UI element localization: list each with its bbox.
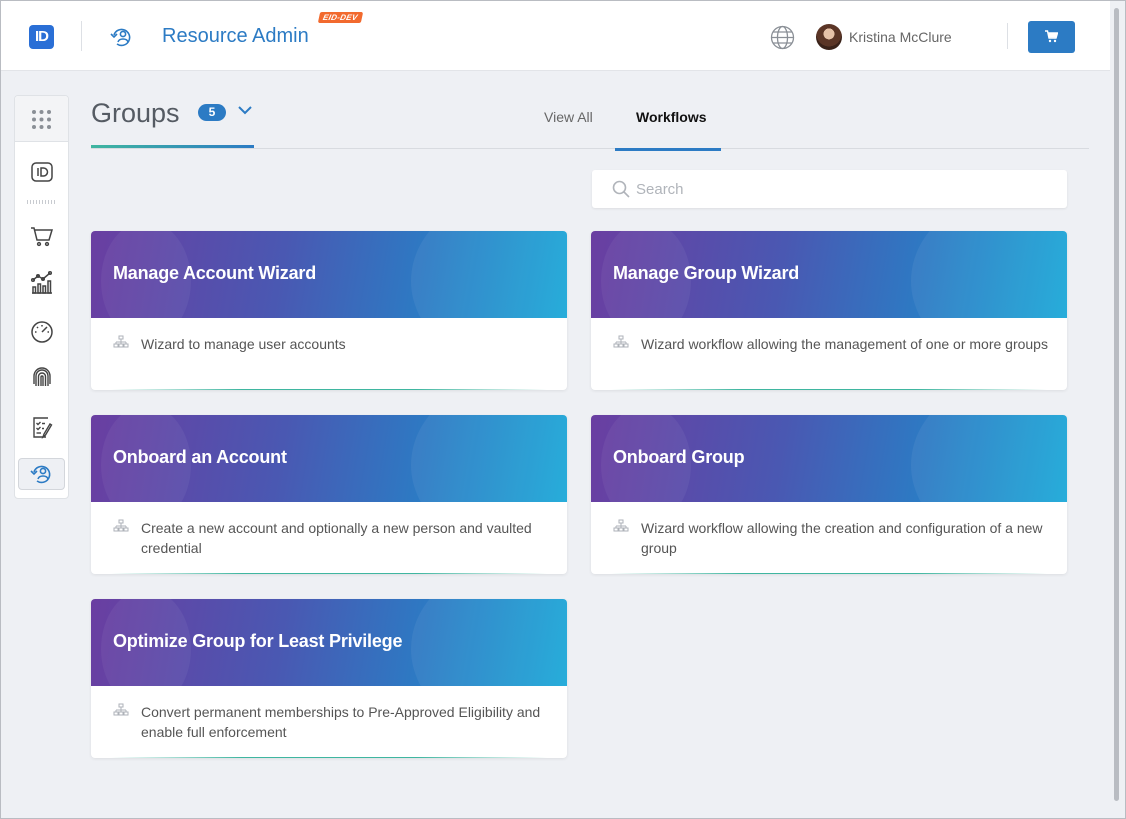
header-divider <box>1007 23 1008 49</box>
gauge-icon[interactable] <box>27 316 57 346</box>
search-input[interactable] <box>636 178 1036 200</box>
tab-view-all[interactable]: View All <box>544 109 593 125</box>
workflow-icon <box>613 519 629 532</box>
resource-admin-icon <box>30 465 51 484</box>
workflow-card-onboard-an-account[interactable]: Onboard an Account Create a new account … <box>91 415 567 574</box>
rail-item-resource-admin[interactable] <box>18 458 65 490</box>
cart-button[interactable] <box>1028 21 1075 53</box>
card-banner: Manage Group Wizard <box>591 231 1067 318</box>
chevron-down-icon[interactable] <box>238 106 252 115</box>
card-description: Create a new account and optionally a ne… <box>141 520 532 556</box>
analytics-icon[interactable] <box>27 268 57 298</box>
header-divider <box>81 21 82 51</box>
environment-badge: EID-DEV <box>317 12 363 23</box>
page-title: Groups <box>91 98 180 128</box>
top-header: ID Resource Admin EID-DEV Kristina McClu… <box>1 1 1110 71</box>
card-description: Convert permanent memberships to Pre-App… <box>141 704 541 740</box>
card-title[interactable]: Manage Account Wizard <box>113 263 316 284</box>
card-title[interactable]: Onboard Group <box>613 447 745 468</box>
search-icon <box>612 180 630 198</box>
rail-separator <box>27 200 57 204</box>
card-banner: Manage Account Wizard <box>91 231 567 318</box>
fingerprint-icon[interactable] <box>27 364 57 394</box>
workflow-icon <box>613 335 629 348</box>
globe-icon[interactable] <box>770 25 795 50</box>
card-banner: Onboard Group <box>591 415 1067 502</box>
workflow-card-onboard-group[interactable]: Onboard Group Wizard workflow allowing t… <box>591 415 1067 574</box>
rail-app-launcher[interactable] <box>15 96 68 142</box>
search-box[interactable] <box>592 170 1067 208</box>
card-banner: Onboard an Account <box>91 415 567 502</box>
card-description: Wizard workflow allowing the creation an… <box>641 520 1043 556</box>
card-description: Wizard workflow allowing the management … <box>641 336 1048 352</box>
card-title[interactable]: Manage Group Wizard <box>613 263 799 284</box>
workflow-card-optimize-group-least-privilege[interactable]: Optimize Group for Least Privilege Conve… <box>91 599 567 758</box>
tabs-divider <box>91 148 1089 149</box>
user-avatar[interactable] <box>816 24 842 50</box>
checklist-icon[interactable] <box>27 412 57 442</box>
cart-icon[interactable] <box>27 220 57 250</box>
workflow-card-manage-group-wizard[interactable]: Manage Group Wizard Wizard workflow allo… <box>591 231 1067 390</box>
card-description: Wizard to manage user accounts <box>141 336 346 352</box>
side-rail <box>14 95 69 499</box>
workflow-icon <box>113 519 129 532</box>
id-icon[interactable] <box>27 158 57 188</box>
grid-icon[interactable] <box>31 109 52 130</box>
active-tab-indicator <box>615 148 721 151</box>
card-banner: Optimize Group for Least Privilege <box>91 599 567 686</box>
scrollbar-thumb[interactable] <box>1114 8 1119 801</box>
user-name[interactable]: Kristina McClure <box>849 29 952 45</box>
app-logo[interactable]: ID <box>29 25 54 49</box>
resource-admin-icon[interactable] <box>109 25 135 49</box>
card-title[interactable]: Optimize Group for Least Privilege <box>113 631 402 652</box>
workflow-icon <box>113 703 129 716</box>
count-badge: 5 <box>198 104 226 121</box>
cart-icon <box>1045 30 1058 43</box>
app-title[interactable]: Resource Admin <box>162 25 309 48</box>
card-title[interactable]: Onboard an Account <box>113 447 287 468</box>
workflow-icon <box>113 335 129 348</box>
workflow-card-manage-account-wizard[interactable]: Manage Account Wizard Wizard to manage u… <box>91 231 567 390</box>
tab-workflows[interactable]: Workflows <box>636 109 707 125</box>
